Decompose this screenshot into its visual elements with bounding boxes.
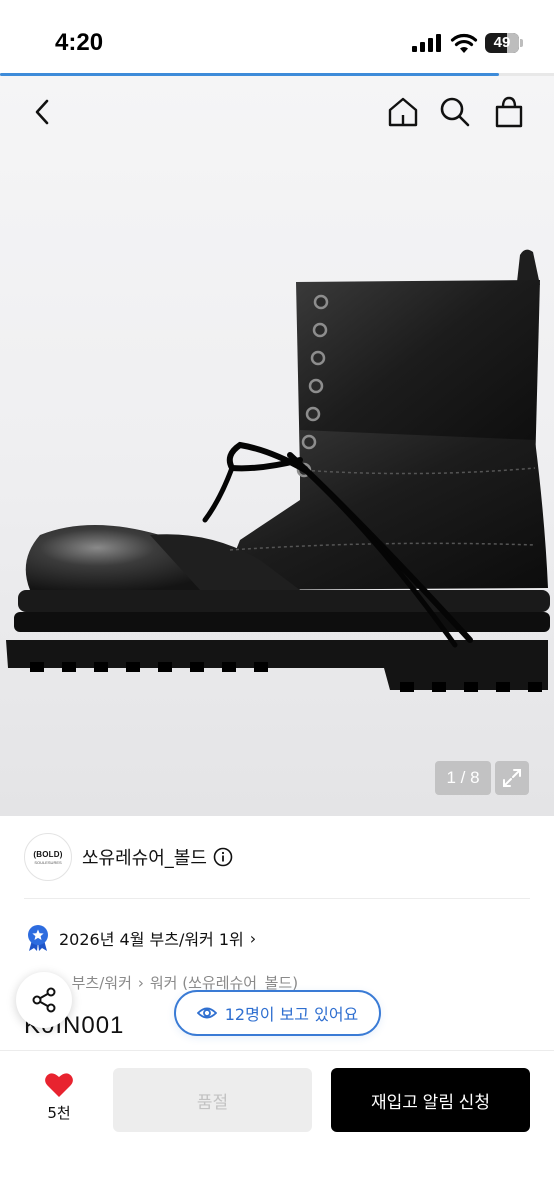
product-image-gallery[interactable]: 1 / 8 — [0, 76, 554, 816]
brand-name[interactable]: 쏘유레슈어_볼드 — [82, 844, 207, 870]
like-button[interactable]: 5천 — [32, 1071, 86, 1123]
search-button[interactable] — [437, 94, 473, 130]
share-button[interactable] — [16, 972, 72, 1028]
home-icon — [388, 97, 418, 127]
chevron-left-icon — [35, 99, 49, 125]
share-icon — [32, 987, 56, 1013]
breadcrumb-item[interactable]: 부츠/워커 — [72, 972, 132, 993]
search-icon — [440, 97, 470, 127]
like-count: 5천 — [47, 1104, 71, 1122]
back-button[interactable] — [24, 94, 60, 130]
ranking-text: 2026년 4월 부츠/워커 1위 — [59, 930, 244, 949]
ranking-link[interactable]: 2026년 4월 부츠/워커 1위 › — [26, 924, 256, 952]
viewers-text: 12명이 보고 있어요 — [224, 1005, 359, 1024]
image-counter: 1 / 8 — [435, 761, 491, 795]
chevron-right-icon: › — [249, 928, 257, 948]
restock-alert-button[interactable]: 재입고 알림 신청 — [331, 1068, 530, 1132]
breadcrumb-separator-icon: › — [137, 973, 144, 992]
wifi-icon — [450, 33, 478, 53]
brand-logo-text: (BOLD) — [33, 849, 63, 859]
soldout-button: 품절 — [113, 1068, 312, 1132]
ranking-badge-icon — [28, 925, 48, 951]
battery-level: 49 — [493, 34, 511, 51]
status-bar: 4:20 49 — [0, 0, 554, 76]
eye-icon — [196, 1007, 217, 1019]
heart-icon — [45, 1073, 73, 1097]
product-image — [6, 249, 550, 692]
expand-image-button[interactable] — [495, 761, 529, 795]
home-button[interactable] — [385, 94, 421, 130]
shopping-bag-icon — [495, 96, 523, 128]
brand-row[interactable]: (BOLD) SOULESURES 쏘유레슈어_볼드 — [24, 832, 233, 882]
cellular-signal-icon — [412, 34, 441, 52]
brand-logo[interactable]: (BOLD) SOULESURES — [24, 833, 72, 881]
cart-button[interactable] — [491, 94, 527, 130]
info-icon[interactable] — [213, 847, 233, 867]
bottom-action-bar: 5천 품절 재입고 알림 신청 — [0, 1050, 554, 1200]
brand-logo-subtext: SOULESURES — [34, 859, 62, 865]
expand-icon — [503, 769, 521, 787]
status-time: 4:20 — [55, 29, 104, 56]
battery-indicator: 49 — [485, 33, 523, 53]
section-divider — [24, 898, 530, 899]
viewers-count-badge: 12명이 보고 있어요 — [174, 990, 381, 1036]
